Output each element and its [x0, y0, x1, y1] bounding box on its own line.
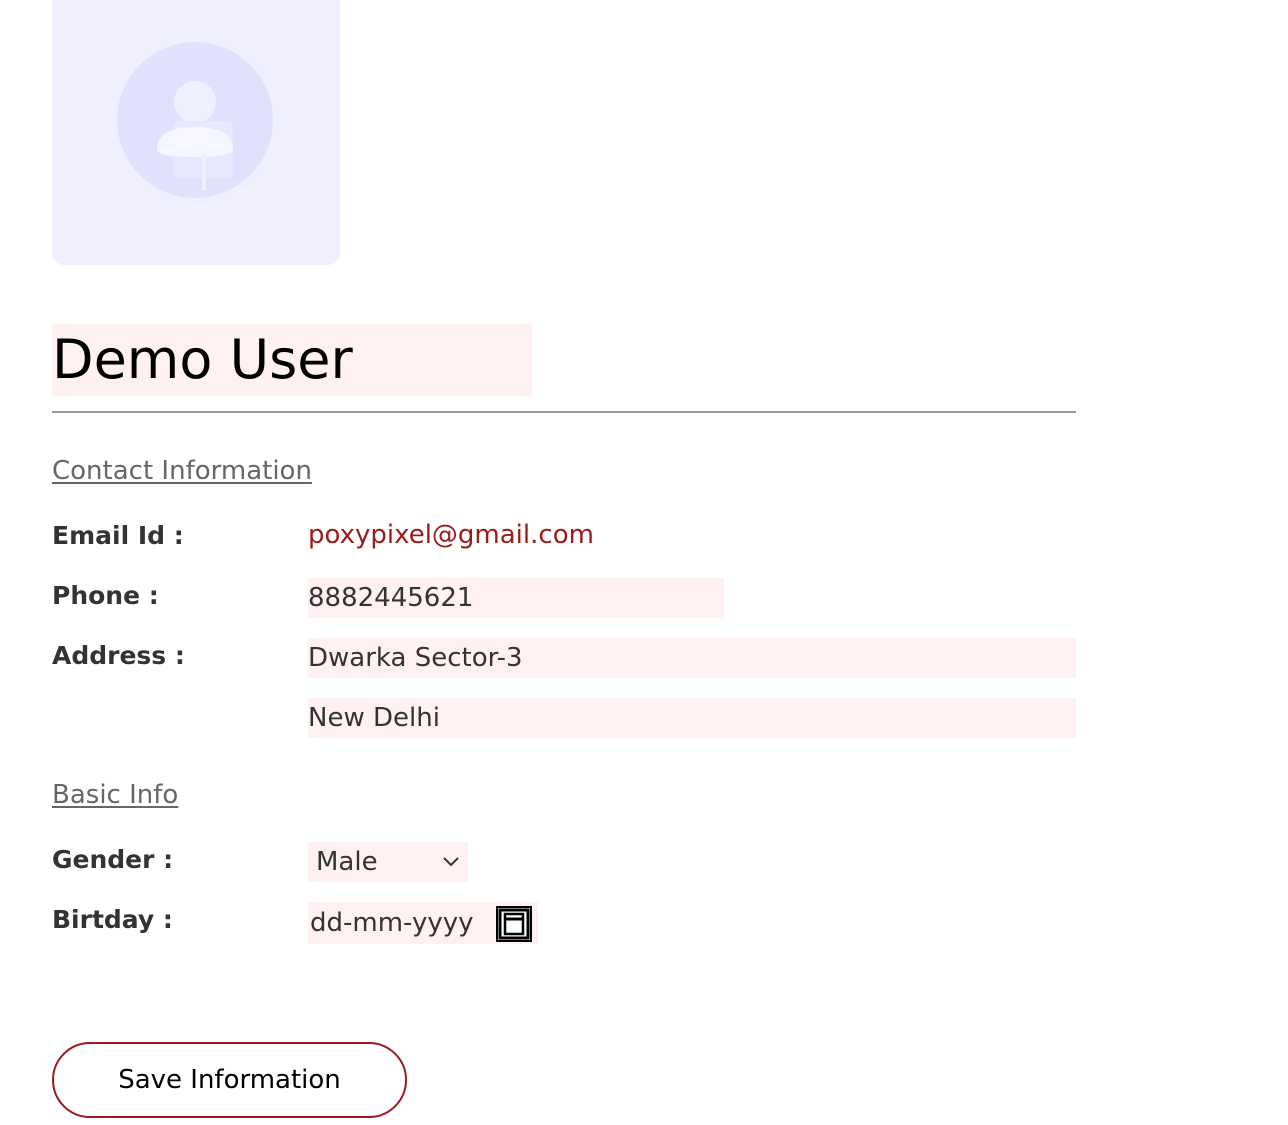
address-line2-input[interactable]	[308, 698, 1076, 738]
user-placeholder-icon	[117, 42, 273, 198]
contact-section-heading: Contact Information	[52, 456, 312, 486]
address-line1-input[interactable]	[308, 638, 1076, 678]
phone-label: Phone :	[52, 581, 159, 610]
basic-info-section-heading: Basic Info	[52, 780, 179, 810]
gender-select[interactable]: Male	[308, 842, 468, 882]
profile-photo-card[interactable]	[52, 0, 340, 265]
address-label: Address :	[52, 641, 185, 670]
email-label: Email Id :	[52, 521, 184, 550]
profile-name-input[interactable]	[52, 324, 532, 396]
chevron-down-icon	[443, 857, 459, 867]
header-divider	[52, 411, 1076, 413]
birthday-label: Birtday :	[52, 905, 173, 934]
birthday-placeholder: dd-mm-yyyy	[310, 908, 474, 938]
save-information-button[interactable]: Save Information	[52, 1042, 407, 1118]
birthday-date-input[interactable]: dd-mm-yyyy	[308, 902, 538, 944]
calendar-icon[interactable]	[496, 906, 532, 942]
gender-label: Gender :	[52, 845, 174, 874]
phone-input[interactable]	[308, 578, 724, 618]
email-value: poxypixel@gmail.com	[308, 520, 594, 550]
gender-selected-value: Male	[316, 847, 378, 877]
